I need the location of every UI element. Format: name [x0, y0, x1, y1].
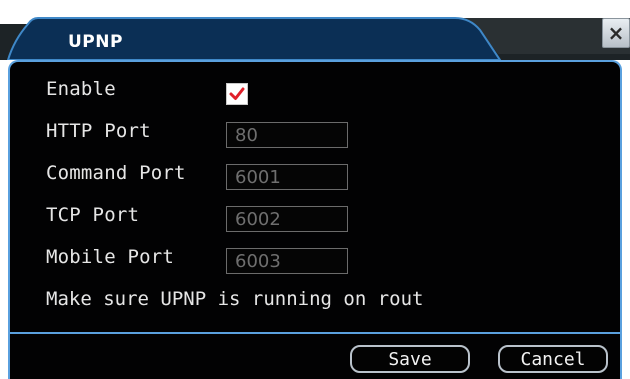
title-bar: UPNP ×	[0, 14, 630, 60]
checkmark-icon	[229, 87, 245, 100]
dialog-title: UPNP	[68, 32, 123, 52]
settings-panel: Enable HTTP Port 80 Command Port 6001 TC…	[8, 60, 622, 379]
close-button[interactable]: ×	[602, 18, 630, 48]
tcp-port-label: TCP Port	[46, 204, 140, 226]
close-icon: ×	[607, 21, 625, 45]
footer-divider	[10, 332, 620, 334]
mobile-port-label: Mobile Port	[46, 246, 175, 268]
command-port-field[interactable]: 6001	[226, 164, 348, 190]
cancel-button[interactable]: Cancel	[498, 345, 608, 373]
mobile-port-field[interactable]: 6003	[226, 248, 348, 274]
command-port-label: Command Port	[46, 162, 186, 184]
upnp-note: Make sure UPNP is running on rout	[46, 288, 424, 310]
enable-checkbox[interactable]	[226, 83, 248, 105]
upnp-dialog: UPNP × Enable HTTP Port 80 Command Port …	[0, 0, 630, 379]
save-button[interactable]: Save	[350, 345, 470, 373]
tcp-port-field[interactable]: 6002	[226, 206, 348, 232]
enable-label: Enable	[46, 78, 116, 100]
http-port-field[interactable]: 80	[226, 122, 348, 148]
http-port-label: HTTP Port	[46, 120, 151, 142]
